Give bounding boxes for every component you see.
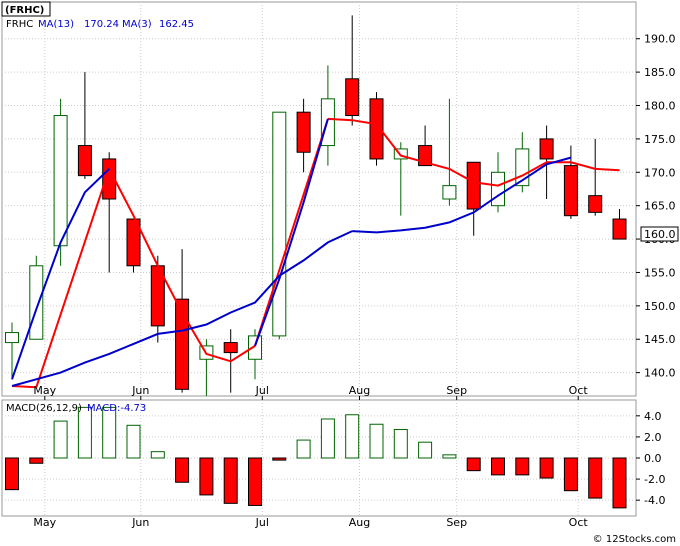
macd-bar-negative (515, 457, 530, 476)
price-ytick-label: 185.0 (644, 66, 676, 79)
macd-month-label: Sep (446, 516, 467, 529)
candle-body-down (345, 78, 360, 117)
macd-bar-negative (29, 457, 44, 464)
macd-bar-positive (442, 454, 457, 459)
macd-month-label: May (33, 516, 56, 529)
price-month-label: May (33, 384, 56, 397)
macd-month-label: Jul (255, 516, 269, 529)
candle-body-down (539, 138, 554, 160)
price-month-label: Aug (349, 384, 370, 397)
macd-bar-positive (126, 424, 141, 459)
watermark: © 12Stocks.com (593, 534, 676, 545)
candle-body-up (272, 111, 287, 337)
macd-bar-negative (539, 457, 554, 479)
price-month-label: Jul (255, 384, 269, 397)
macd-bar-positive (150, 451, 165, 459)
price-ytick-label: 150.0 (644, 300, 676, 313)
candle-body-up (5, 332, 19, 344)
macd-bar-negative (491, 457, 505, 476)
candle-body-up (29, 265, 44, 340)
candle-body-down (77, 145, 92, 177)
macd-bar-positive (53, 420, 68, 459)
macd-bar-negative (175, 457, 190, 483)
macd-bar-negative (588, 457, 603, 499)
price-ytick-label: 145.0 (644, 333, 676, 346)
legend-ma3-value: 162.45 (159, 19, 194, 30)
candle (272, 111, 287, 340)
price-axis: 140.0 145.0 150.0 155.0 160.0 165.0 170.0 175.0… (636, 33, 676, 380)
macd-ytick-label: 0.0 (644, 452, 662, 465)
macd-bar-negative (612, 457, 627, 509)
macd-bar-negative (466, 457, 481, 472)
price-ytick-label: 170.0 (644, 166, 676, 179)
macd-axis: 4.0 2.0 0.0 -2.0 -4.0 (636, 410, 665, 507)
macd-bar-positive (418, 441, 433, 459)
macd-bar-negative (199, 457, 214, 496)
candle-body-down (466, 161, 481, 210)
candle-body-up (53, 115, 68, 247)
candle-body-down (563, 165, 578, 217)
price-month-label: Jun (131, 384, 149, 397)
macd-value-label: MACD:-4.73 (87, 403, 146, 414)
price-panel (1, 1, 637, 397)
macd-bar-positive (77, 406, 92, 459)
macd-bar-positive (296, 439, 311, 459)
macd-bar-positive (320, 418, 335, 459)
legend-ticker: FRHC (6, 19, 33, 30)
candle-body-up (491, 171, 505, 207)
price-ytick-label: 180.0 (644, 100, 676, 113)
legend-ma13-value: 170.24 (84, 19, 119, 30)
macd-bar-negative (5, 457, 19, 491)
macd-bar-negative (563, 457, 578, 492)
macd-bar-positive (345, 414, 360, 459)
macd-bar-positive (393, 429, 408, 459)
price-ytick-label: 140.0 (644, 367, 676, 380)
price-month-label: Oct (569, 384, 589, 397)
price-ytick-label: 190.0 (644, 33, 676, 46)
macd-bar-positive (369, 423, 384, 459)
macd-ytick-label: -4.0 (644, 494, 665, 507)
macd-bar-negative (223, 457, 238, 504)
macd-title: MACD(26,12,9) (6, 403, 82, 414)
ticker-badge: (FRHC) (5, 5, 44, 16)
macd-ytick-label: 2.0 (644, 431, 662, 444)
legend-ma3-label: MA(3) (122, 19, 152, 30)
price-month-label: Sep (446, 384, 467, 397)
stock-chart: 140.0 145.0 150.0 155.0 160.0 165.0 170.0 175.0… (1, 1, 679, 545)
price-ytick-label: 155.0 (644, 266, 676, 279)
candle-body-up (442, 185, 457, 200)
macd-ytick-label: -2.0 (644, 473, 665, 486)
macd-bar-negative (272, 457, 287, 461)
candle-body-down (588, 195, 603, 213)
candle-body-down (612, 218, 627, 240)
macd-month-label: Aug (349, 516, 370, 529)
last-price-tag: 160.0 (644, 228, 676, 241)
legend-ma13-label: MA(13) (38, 19, 74, 30)
price-ytick-label: 165.0 (644, 200, 676, 213)
macd-bar-negative (248, 457, 262, 506)
macd-bar-positive (102, 406, 117, 459)
candle-body-down (296, 111, 311, 153)
macd-ytick-label: 4.0 (644, 410, 662, 423)
price-ytick-label: 175.0 (644, 133, 676, 146)
candle-body-up (248, 335, 262, 360)
macd-month-label: Oct (569, 516, 589, 529)
macd-month-label: Jun (131, 516, 149, 529)
candle-body-down (223, 342, 238, 354)
